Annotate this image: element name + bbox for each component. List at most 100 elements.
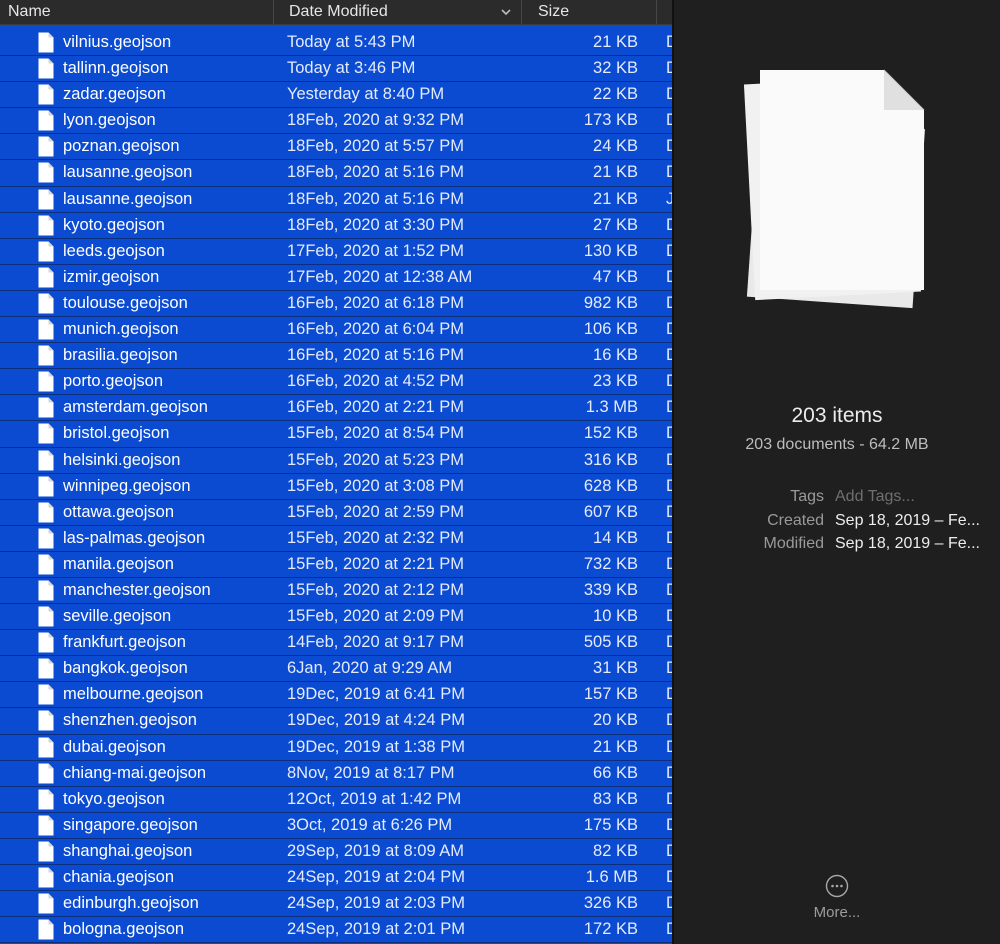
file-row[interactable]: izmir.geojson 17Feb, 2020 at 12:38 AM 47 K…	[0, 265, 672, 291]
file-row[interactable]: zadar.geojson Yesterday at 8:40 PM 22 KB D	[0, 82, 672, 109]
file-name: seville.geojson	[63, 607, 172, 626]
tags-label: Tags	[790, 488, 824, 505]
file-row[interactable]: bologna.geojson 24Sep, 2019 at 2:01 PM 172…	[0, 917, 672, 944]
chevron-down-icon[interactable]	[500, 6, 512, 18]
file-date-modified: 19Dec, 2019 at 4:24 PM	[287, 711, 465, 730]
file-row[interactable]: porto.geojson 16Feb, 2020 at 4:52 PM 23 KB…	[0, 369, 672, 396]
file-date-modified: 16Feb, 2020 at 2:21 PM	[287, 398, 465, 417]
document-icon	[38, 450, 54, 470]
file-row[interactable]: toulouse.geojson 16Feb, 2020 at 6:18 PM 98…	[0, 291, 672, 318]
file-row[interactable]: tokyo.geojson 12Oct, 2019 at 1:42 PM 83 KB…	[0, 787, 672, 813]
file-date-modified: 15Feb, 2020 at 2:32 PM	[287, 528, 465, 547]
document-icon	[38, 58, 54, 79]
file-name: manila.geojson	[63, 554, 174, 573]
file-date-modified: 16Feb, 2020 at 4:52 PM	[287, 372, 465, 391]
file-date-modified: 18Feb, 2020 at 5:57 PM	[287, 137, 465, 156]
file-name: lyon.geojson	[63, 111, 156, 130]
file-row[interactable]: chiang-mai.geojson 8Nov, 2019 at 8:17 PM 6…	[0, 761, 672, 787]
document-icon	[38, 293, 54, 314]
file-name: bristol.geojson	[63, 424, 170, 443]
file-row[interactable]: manila.geojson 15Feb, 2020 at 2:21 PM 732 …	[0, 552, 672, 578]
created-label: Created	[767, 512, 824, 529]
file-name: leeds.geojson	[63, 241, 165, 260]
file-row[interactable]: lausanne.geojson 18Feb, 2020 at 5:16 PM 21…	[0, 187, 672, 213]
column-header-name[interactable]: Name	[0, 0, 272, 24]
items-summary: 203 documents - 64.2 MB	[745, 436, 929, 453]
document-stack-icon	[743, 69, 925, 309]
file-size: 23 KB	[593, 372, 638, 391]
file-row[interactable]: poznan.geojson 18Feb, 2020 at 5:57 PM 24 K…	[0, 134, 672, 161]
file-row[interactable]: lausanne.geojson 18Feb, 2020 at 5:16 PM 21…	[0, 160, 672, 187]
document-icon	[38, 710, 54, 731]
file-name: munich.geojson	[63, 320, 179, 339]
file-date-modified: 18Feb, 2020 at 5:16 PM	[287, 189, 465, 208]
file-row[interactable]: helsinki.geojson 15Feb, 2020 at 5:23 PM 31…	[0, 448, 672, 474]
file-row[interactable]: chania.geojson 24Sep, 2019 at 2:04 PM 1.6 …	[0, 865, 672, 892]
add-tags-field[interactable]: Add Tags...	[835, 488, 1000, 506]
file-row[interactable]: munich.geojson 16Feb, 2020 at 6:04 PM 106 …	[0, 317, 672, 344]
file-row[interactable]: bristol.geojson 15Feb, 2020 at 8:54 PM 152…	[0, 421, 672, 448]
file-size: 173 KB	[583, 111, 638, 130]
column-header-size[interactable]: Size	[530, 0, 650, 24]
file-row[interactable]: vilnius.geojson Today at 5:43 PM 21 KB D	[0, 30, 672, 57]
file-row[interactable]: singapore.geojson 3Oct, 2019 at 6:26 PM 17…	[0, 813, 672, 839]
file-name: tallinn.geojson	[63, 59, 169, 78]
file-row[interactable]: bangkok.geojson 6Jan, 2020 at 9:29 AM 31 K…	[0, 656, 672, 683]
file-row[interactable]: melbourne.geojson 19Dec, 2019 at 6:41 PM 1…	[0, 682, 672, 709]
file-row[interactable]: lyon.geojson 18Feb, 2020 at 9:32 PM 173 KB…	[0, 108, 672, 135]
file-name: las-palmas.geojson	[63, 528, 206, 547]
preview-pane: 203 items 203 documents - 64.2 MB Tags A…	[674, 0, 1000, 944]
file-size: 505 KB	[583, 633, 638, 652]
document-icon	[38, 763, 54, 784]
file-date-modified: 12Oct, 2019 at 1:42 PM	[287, 789, 462, 808]
file-name: ottawa.geojson	[63, 502, 174, 521]
document-icon	[38, 606, 54, 627]
file-row[interactable]: las-palmas.geojson 15Feb, 2020 at 2:32 PM…	[0, 526, 672, 552]
document-icon	[38, 684, 54, 705]
file-size: 130 KB	[583, 241, 638, 260]
document-icon	[38, 815, 54, 836]
file-row[interactable]: dubai.geojson 19Dec, 2019 at 1:38 PM 21 KB…	[0, 735, 672, 761]
file-name: kyoto.geojson	[63, 215, 165, 234]
document-icon	[38, 893, 54, 914]
file-row[interactable]: amsterdam.geojson 16Feb, 2020 at 2:21 PM 1…	[0, 395, 672, 422]
file-row[interactable]: manchester.geojson 15Feb, 2020 at 2:12 PM…	[0, 578, 672, 605]
file-size: 172 KB	[583, 920, 638, 939]
file-name: tokyo.geojson	[63, 789, 165, 808]
document-icon	[38, 319, 54, 340]
document-icon	[38, 658, 54, 679]
file-name: amsterdam.geojson	[63, 398, 208, 417]
column-divider[interactable]	[656, 0, 657, 24]
document-icon	[38, 267, 54, 288]
file-size: 20 KB	[593, 711, 638, 730]
column-divider[interactable]	[521, 0, 522, 24]
file-row[interactable]: edinburgh.geojson 24Sep, 2019 at 2:03 PM 3…	[0, 891, 672, 918]
file-row[interactable]: brasilia.geojson 16Feb, 2020 at 5:16 PM 16…	[0, 343, 672, 370]
file-row[interactable]: frankfurt.geojson 14Feb, 2020 at 9:17 PM 5…	[0, 630, 672, 657]
column-header: Name Date Modified Size	[0, 0, 672, 25]
file-name: melbourne.geojson	[63, 685, 204, 704]
document-icon	[38, 423, 54, 444]
document-icon	[38, 215, 54, 236]
file-row[interactable]: kyoto.geojson 18Feb, 2020 at 3:30 PM 27 KB…	[0, 213, 672, 239]
column-divider[interactable]	[273, 0, 274, 24]
file-row[interactable]: tallinn.geojson Today at 3:46 PM 32 KB D	[0, 56, 672, 83]
file-row[interactable]: shenzhen.geojson 19Dec, 2019 at 4:24 PM 20…	[0, 708, 672, 735]
document-icon	[38, 84, 54, 105]
file-row[interactable]: leeds.geojson 17Feb, 2020 at 1:52 PM 130 K…	[0, 239, 672, 265]
file-row[interactable]: shanghai.geojson 29Sep, 2019 at 8:09 AM 82…	[0, 839, 672, 865]
ellipsis-circle-icon[interactable]	[825, 874, 849, 898]
file-row[interactable]: ottawa.geojson 15Feb, 2020 at 2:59 PM 607 …	[0, 500, 672, 526]
more-button[interactable]: More...	[797, 874, 877, 921]
file-size: 1.6 MB	[585, 868, 638, 886]
file-name: shanghai.geojson	[63, 841, 193, 860]
file-name: izmir.geojson	[63, 267, 160, 286]
file-row[interactable]: seville.geojson 15Feb, 2020 at 2:09 PM 10 …	[0, 604, 672, 631]
column-header-date-modified[interactable]: Date Modified	[281, 0, 521, 24]
file-row[interactable]: winnipeg.geojson 15Feb, 2020 at 3:08 PM 62…	[0, 474, 672, 500]
modified-value: Sep 18, 2019 – Fe...	[835, 535, 980, 552]
file-name: chiang-mai.geojson	[63, 763, 207, 782]
file-name: lausanne.geojson	[63, 189, 193, 208]
file-name: helsinki.geojson	[63, 450, 181, 469]
file-date-modified: 16Feb, 2020 at 6:18 PM	[287, 293, 465, 312]
